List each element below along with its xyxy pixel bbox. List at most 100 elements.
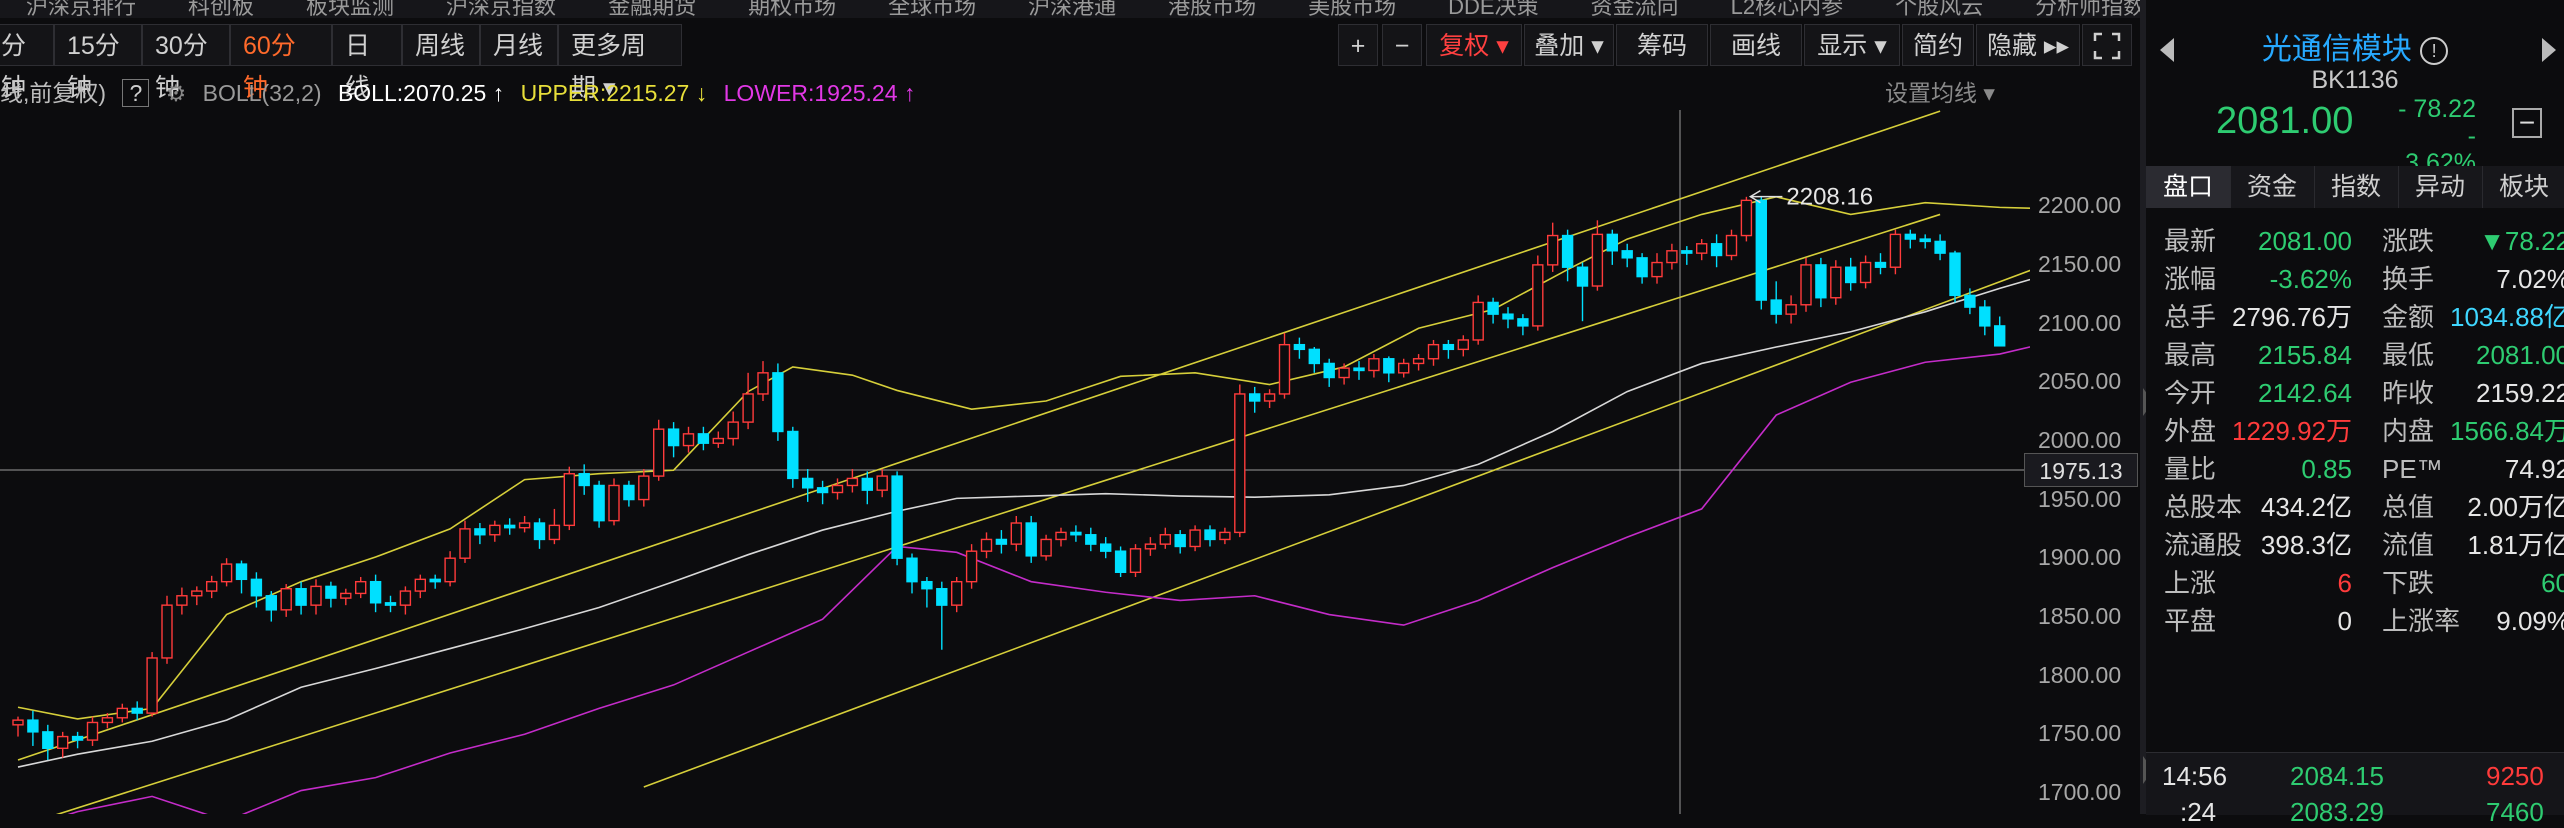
indicator-legend: 线,前复权) ? ⚙ BOLL(32,2) BOLL:2070.25 ↑ UPP… (0, 76, 925, 110)
tick-time: :24 (2180, 797, 2217, 827)
market-nav-item[interactable]: DDE决策 (1422, 0, 1564, 18)
panel-tab[interactable]: 板块 (2482, 166, 2564, 208)
candle-body (1830, 266, 1842, 299)
quote-label: 涨幅 (2164, 264, 2217, 294)
candle-body (548, 524, 561, 541)
candle-body (1755, 199, 1768, 301)
candle-body (876, 475, 888, 491)
candle-body (1889, 233, 1902, 268)
zoom-out-button[interactable]: − (1382, 24, 1422, 66)
candle-body (1934, 240, 1946, 254)
price-axis-tick: 1800.00 (2038, 661, 2122, 688)
candle-body (101, 717, 114, 724)
quote-row: 最高 2155.84 最低 2081.00 (2146, 336, 2564, 374)
draw-line-button[interactable]: 画线 (1710, 24, 1802, 66)
candle-body (1204, 529, 1216, 541)
candle-body (1591, 233, 1604, 287)
candle-body (176, 595, 188, 606)
candle-body (1099, 543, 1112, 552)
market-nav-item[interactable]: 美股市场 (1282, 0, 1422, 18)
gear-icon[interactable]: ⚙ (166, 80, 187, 106)
period-tab[interactable]: 更多周期 ▾ (558, 24, 682, 102)
candle-body (1725, 234, 1738, 257)
candle-body (355, 580, 367, 595)
quote-value: 1034.88亿 (2450, 302, 2564, 332)
market-nav-item[interactable]: 资金流向 (1565, 0, 1705, 18)
market-nav-item[interactable]: 个股风云 (1869, 0, 2009, 18)
market-nav-item[interactable]: 沪深港通 (1002, 0, 1142, 18)
help-icon[interactable]: ? (122, 79, 150, 107)
candle-body (1964, 294, 1976, 308)
market-nav-item[interactable]: 科创板 (162, 0, 280, 18)
candle-body (131, 707, 143, 714)
market-nav-item[interactable]: 港股市场 (1142, 0, 1282, 18)
candle-body (161, 604, 173, 659)
indicator-name[interactable]: BOLL(32,2) (203, 80, 322, 106)
market-nav-item[interactable]: 板块监测 (280, 0, 420, 18)
market-nav-item[interactable]: 全球市场 (862, 0, 1002, 18)
period-tab[interactable]: 30分钟 (142, 24, 230, 102)
price-axis-tick: 2050.00 (2038, 368, 2122, 395)
market-nav-item[interactable]: 期权市场 (722, 0, 862, 18)
market-nav-item[interactable]: 沪深京排行 (0, 0, 162, 18)
tick-list: 14:56 2084.15 9250 :24 2083.29 7460 (2146, 752, 2564, 827)
quote-label: 下跌 (2382, 568, 2435, 598)
panel-tab[interactable]: 资金 (2230, 166, 2315, 208)
candle-body (504, 524, 516, 529)
candle-body (667, 428, 680, 447)
tick-time: 14:56 (2162, 761, 2228, 791)
price-axis-tick: 1900.00 (2038, 544, 2122, 571)
candle-body (86, 721, 99, 741)
info-icon[interactable]: ! (2420, 37, 2449, 66)
market-nav-item[interactable]: L2核心内参 (1705, 0, 1869, 18)
period-tab[interactable]: 分钟 (0, 24, 54, 102)
quote-row: 流通股 398.3亿 流值 1.81万亿 (2146, 526, 2564, 564)
candle-body (653, 428, 665, 477)
quote-label: 总值 (2382, 492, 2435, 522)
candle-body (191, 590, 203, 597)
quote-value: 434.2亿 (2260, 492, 2352, 522)
period-tab[interactable]: 60分钟 (230, 24, 332, 102)
candle-body (1502, 313, 1514, 320)
quote-value: 0.85 (2301, 454, 2352, 484)
panel-tab[interactable]: 盘口 (2146, 166, 2231, 208)
candle-body (1189, 529, 1201, 548)
candle-body (12, 719, 24, 726)
candle-body (1323, 362, 1335, 379)
adjust-dropdown[interactable]: 复权 ▾ (1426, 24, 1522, 66)
candle-body (1338, 367, 1350, 379)
candle-body (831, 484, 844, 494)
candle-body (533, 522, 546, 541)
candle-body (1129, 548, 1142, 573)
candle-body (1234, 393, 1246, 534)
period-tab[interactable]: 月线 (480, 24, 558, 66)
candle-body (608, 484, 620, 522)
quote-label: 昨收 (2382, 378, 2435, 408)
quote-row: 上涨 6 下跌 60 (2146, 564, 2564, 602)
period-tab[interactable]: 日线 (332, 24, 402, 102)
price-axis-tick: 1750.00 (2038, 720, 2122, 747)
candle-body (1308, 348, 1321, 365)
market-nav-item[interactable]: 金融期货 (582, 0, 722, 18)
display-dropdown[interactable]: 显示 ▾ (1804, 24, 1900, 66)
simple-button[interactable]: 简约 (1902, 24, 1974, 66)
set-ma-button[interactable]: 设置均线 ▾ (1885, 76, 1995, 110)
period-tab[interactable]: 周线 (402, 24, 480, 66)
candle-body (1874, 261, 1887, 268)
period-tab[interactable]: 15分钟 (54, 24, 142, 102)
market-nav-item[interactable]: 沪深京指数 (420, 0, 582, 18)
remove-button[interactable]: − (2512, 108, 2542, 138)
trendline (643, 269, 2030, 788)
sector-code: BK1136 (2311, 66, 2399, 94)
kline-chart[interactable]: 2208.16 (0, 110, 2030, 814)
candle-body (861, 477, 873, 491)
forward-arrow-icon[interactable] (2542, 38, 2556, 62)
candle-body (623, 484, 635, 501)
panel-tab[interactable]: 指数 (2314, 166, 2399, 208)
quote-row: 量比 0.85 PE™ 74.92 (2146, 450, 2564, 488)
overlay-dropdown[interactable]: 叠加 ▾ (1524, 24, 1614, 66)
chips-button[interactable]: 筹码 (1616, 24, 1708, 66)
zoom-in-button[interactable]: + (1338, 24, 1378, 66)
sector-title[interactable]: 光通信模块 ! (2146, 24, 2564, 68)
panel-tab[interactable]: 异动 (2398, 166, 2483, 208)
